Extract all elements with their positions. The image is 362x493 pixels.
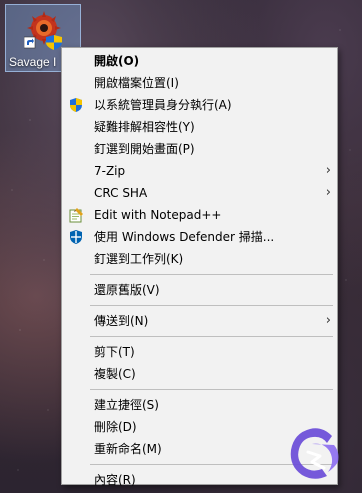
menu-item-label: 釘選到開始畫面(P)	[94, 142, 195, 156]
watermark-logo-icon	[290, 428, 339, 479]
menu-item-run-as-administrator[interactable]: 以系統管理員身分執行(A)	[62, 94, 337, 116]
chevron-right-icon: ›	[325, 313, 331, 328]
notepad-plus-plus-icon	[69, 208, 83, 223]
menu-item-open[interactable]: 開啟(O)	[62, 50, 337, 72]
menu-separator	[90, 305, 333, 306]
windows-defender-icon	[70, 230, 82, 244]
menu-item-restore-previous-versions[interactable]: 還原舊版(V)	[62, 279, 337, 301]
menu-item-7zip[interactable]: 7-Zip ›	[62, 160, 337, 182]
menu-item-pin-to-start[interactable]: 釘選到開始畫面(P)	[62, 138, 337, 160]
menu-item-label: Edit with Notepad++	[94, 208, 222, 222]
menu-item-label: 刪除(D)	[94, 420, 137, 434]
menu-item-label: 內容(R)	[94, 473, 136, 487]
menu-item-edit-with-notepad-plus-plus[interactable]: Edit with Notepad++	[62, 204, 337, 226]
menu-item-label: 建立捷徑(S)	[94, 398, 159, 412]
menu-separator	[90, 336, 333, 337]
menu-item-label: 疑難排解相容性(Y)	[94, 120, 195, 134]
menu-item-label: 還原舊版(V)	[94, 283, 160, 297]
menu-item-label: 開啟檔案位置(I)	[94, 76, 179, 90]
menu-item-copy[interactable]: 複製(C)	[62, 363, 337, 385]
menu-item-create-shortcut[interactable]: 建立捷徑(S)	[62, 394, 337, 416]
desktop-icon-label: Savage I	[9, 55, 57, 69]
menu-item-label: 傳送到(N)	[94, 314, 149, 328]
menu-item-label: 釘選到工作列(K)	[94, 252, 184, 266]
menu-separator	[90, 274, 333, 275]
menu-item-pin-to-taskbar[interactable]: 釘選到工作列(K)	[62, 248, 337, 270]
menu-item-label: 使用 Windows Defender 掃描...	[94, 230, 275, 244]
uac-shield-icon	[70, 98, 82, 112]
menu-item-cut[interactable]: 剪下(T)	[62, 341, 337, 363]
menu-item-label: 開啟(O)	[94, 54, 140, 68]
menu-separator	[90, 389, 333, 390]
menu-item-label: 複製(C)	[94, 367, 136, 381]
chevron-right-icon: ›	[325, 163, 331, 178]
menu-item-label: 重新命名(M)	[94, 442, 162, 456]
menu-item-label: 以系統管理員身分執行(A)	[94, 98, 232, 112]
menu-item-label: CRC SHA	[94, 186, 148, 200]
context-menu: 開啟(O) 開啟檔案位置(I) 以系統管理員身分執行(A) 疑難排解相容性(Y)…	[61, 47, 338, 487]
menu-item-send-to[interactable]: 傳送到(N) ›	[62, 310, 337, 332]
menu-item-label: 7-Zip	[94, 164, 126, 178]
menu-item-troubleshoot-compatibility[interactable]: 疑難排解相容性(Y)	[62, 116, 337, 138]
game-app-icon	[24, 11, 62, 50]
menu-item-crc-sha[interactable]: CRC SHA ›	[62, 182, 337, 204]
chevron-right-icon: ›	[325, 185, 331, 200]
menu-item-open-file-location[interactable]: 開啟檔案位置(I)	[62, 72, 337, 94]
menu-item-scan-with-windows-defender[interactable]: 使用 Windows Defender 掃描...	[62, 226, 337, 248]
menu-item-label: 剪下(T)	[94, 345, 135, 359]
